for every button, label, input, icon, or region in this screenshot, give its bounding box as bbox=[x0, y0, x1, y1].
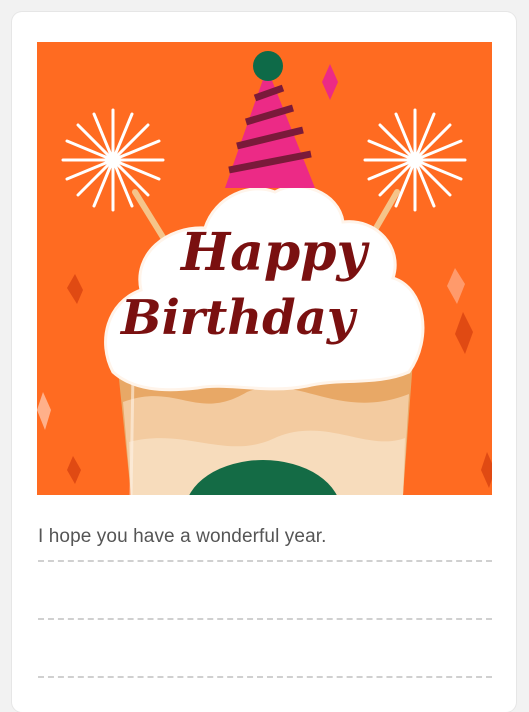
birthday-card-artwork: Happy Birthday bbox=[37, 42, 492, 495]
birthday-frappuccino-illustration: Happy Birthday bbox=[37, 42, 492, 495]
writing-line bbox=[38, 676, 492, 678]
writing-line bbox=[38, 560, 492, 562]
pompom bbox=[253, 51, 283, 81]
sparkler-icon bbox=[363, 108, 467, 212]
writing-line bbox=[38, 618, 492, 620]
greeting-line-1: Happy bbox=[179, 222, 371, 283]
sparkler-icon bbox=[61, 108, 165, 212]
card-message[interactable]: I hope you have a wonderful year. bbox=[38, 526, 492, 548]
greeting-line-2: Birthday bbox=[119, 290, 358, 346]
